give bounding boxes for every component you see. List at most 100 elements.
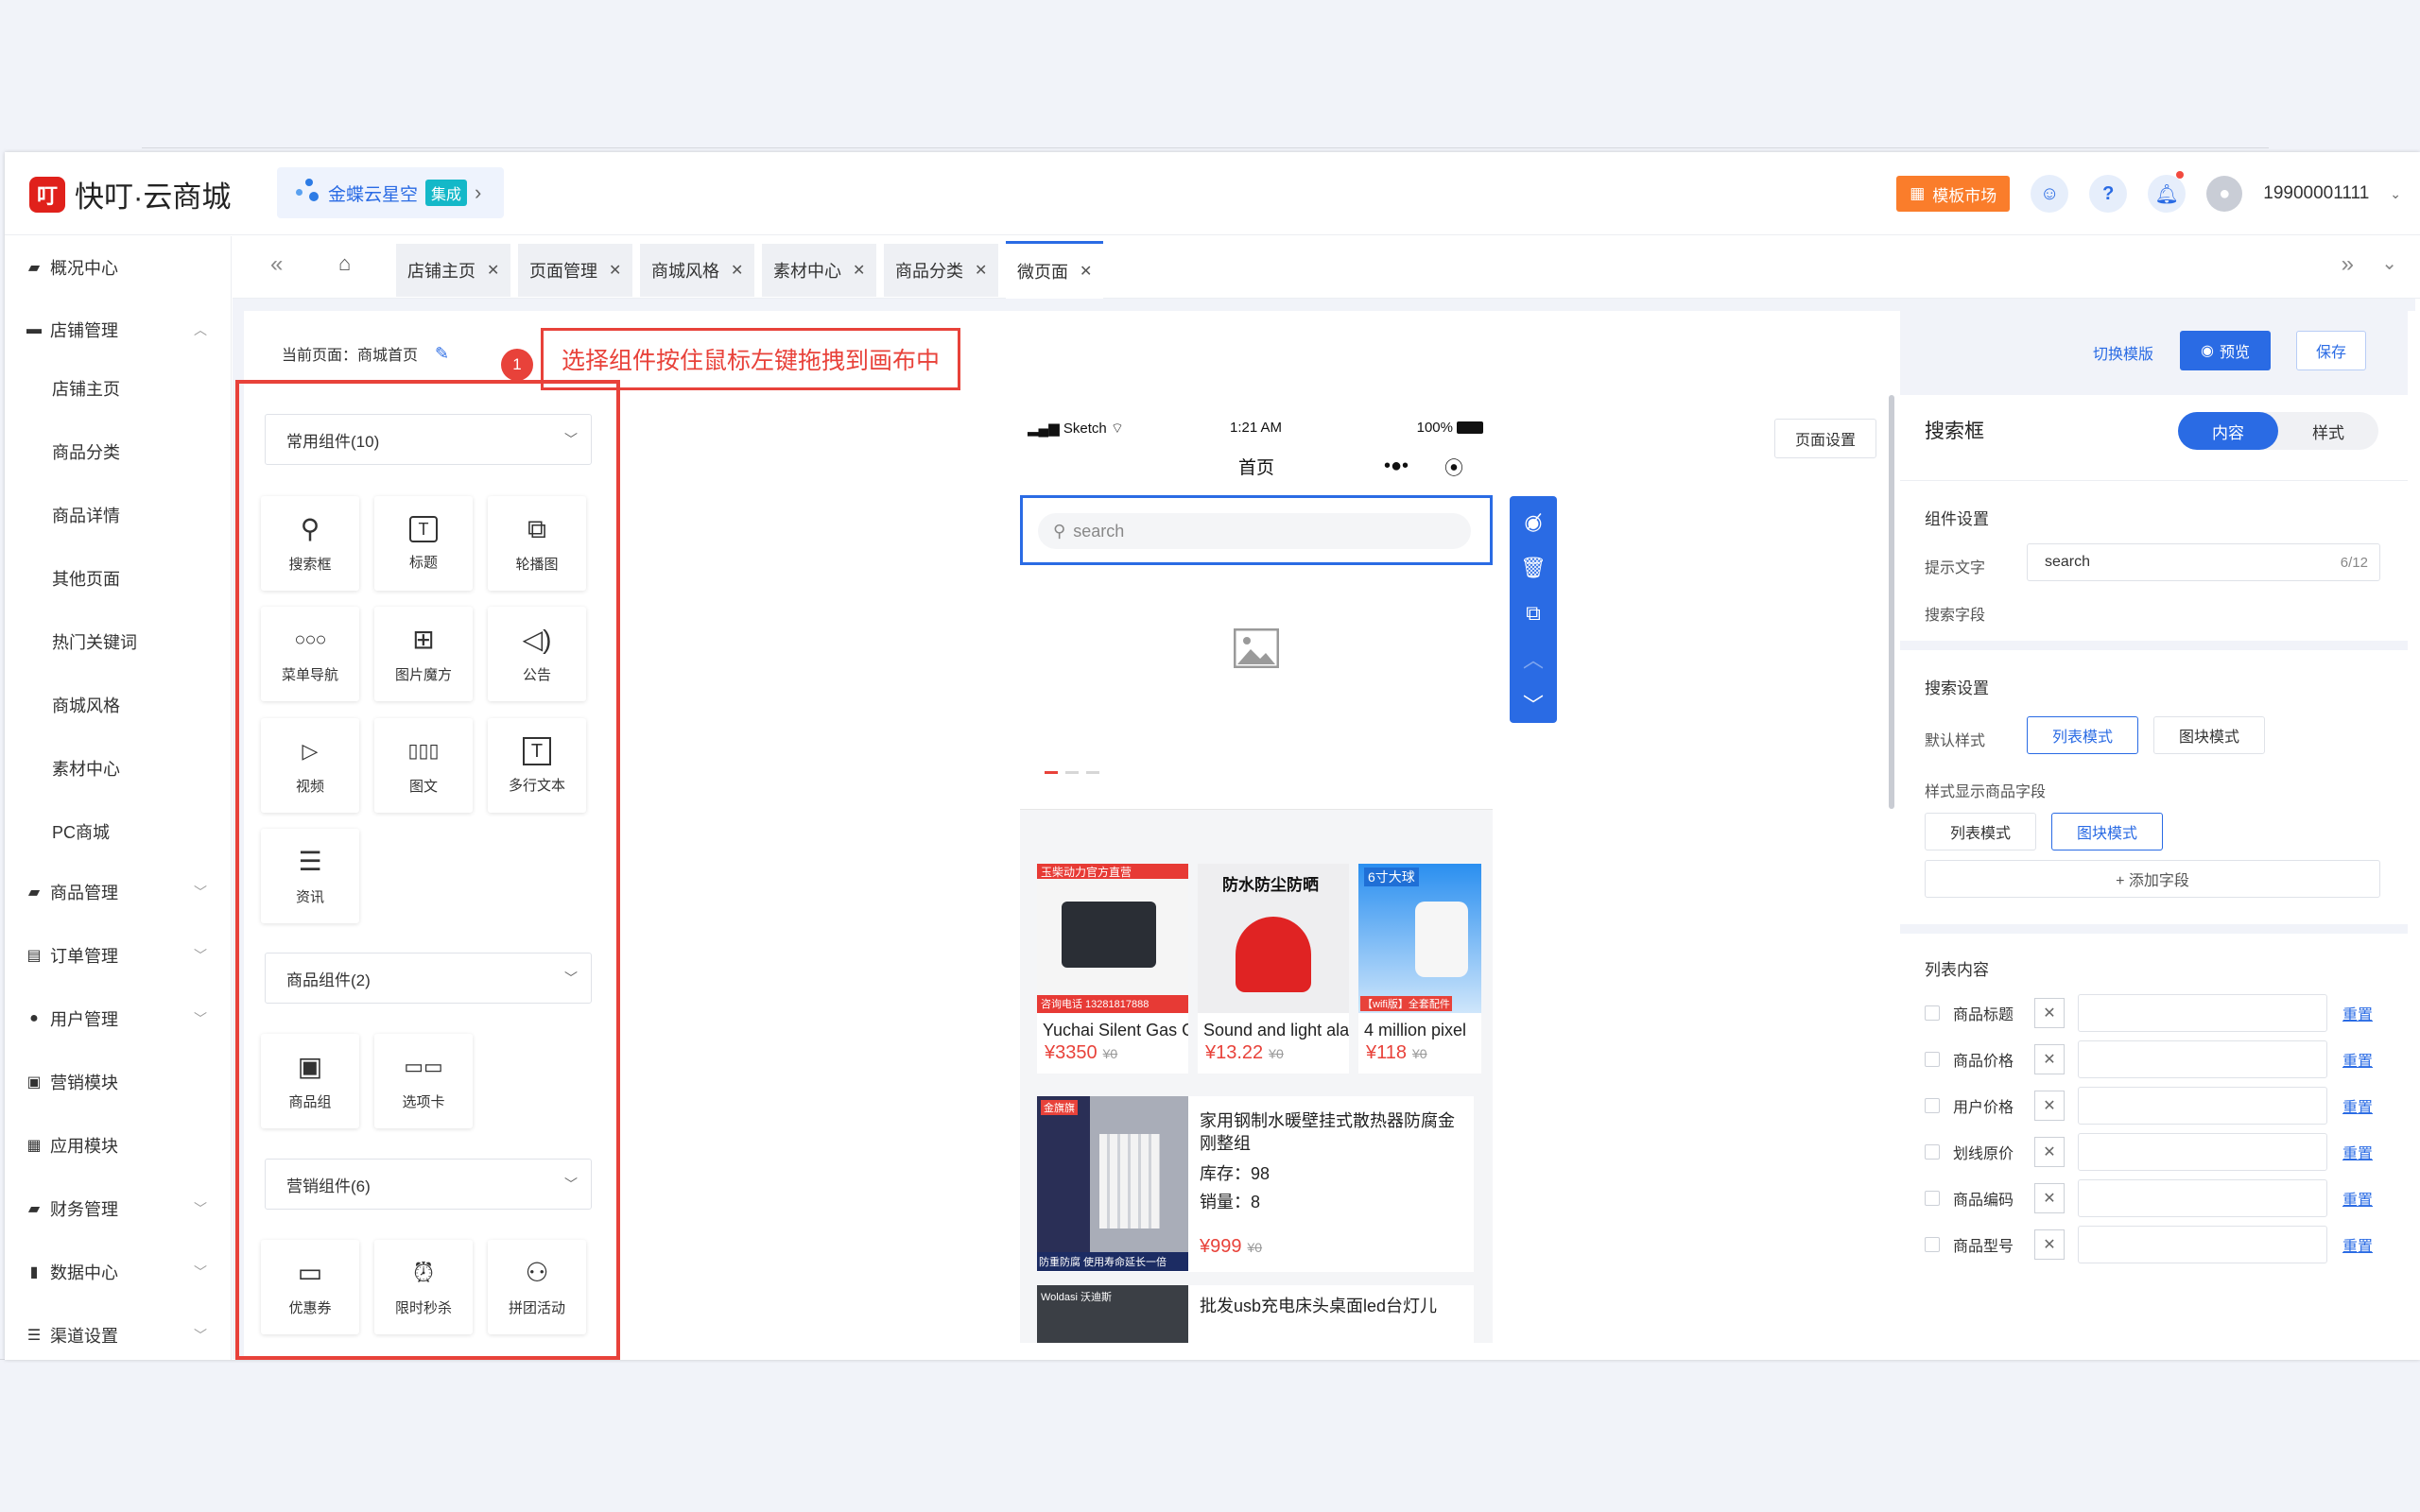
sidebar-subitem-category[interactable]: 商品分类	[52, 439, 120, 464]
tab-goods-category[interactable]: 商品分类 ✕	[884, 244, 999, 297]
move-up-icon[interactable]: ︿	[1523, 642, 1544, 676]
clear-icon[interactable]: ✕	[2034, 1044, 2065, 1074]
close-icon[interactable]: ✕	[975, 261, 987, 280]
delete-icon[interactable]: 🗑︎	[1520, 551, 1547, 585]
sidebar-item-marketing[interactable]: ▣ 营销模块	[5, 1051, 232, 1113]
sidebar-subitem-pc[interactable]: PC商城	[52, 819, 110, 844]
field-checkbox[interactable]	[1925, 1144, 1940, 1160]
alarm-graphic	[1236, 917, 1311, 992]
reset-link[interactable]: 重置	[2342, 1002, 2373, 1024]
sidebar-subitem-style[interactable]: 商城风格	[52, 693, 120, 717]
tab-mall-style[interactable]: 商城风格 ✕	[640, 244, 755, 297]
edit-icon[interactable]: ✎	[435, 344, 449, 364]
product-image: 6寸大球 【wifi版】全套配件	[1358, 864, 1481, 1013]
hint-text-input[interactable]: search 6/12	[2027, 543, 2380, 581]
clear-icon[interactable]: ✕	[2034, 1183, 2065, 1213]
chevron-down-icon[interactable]: ⌄	[2390, 186, 2401, 202]
field-input[interactable]	[2078, 1133, 2327, 1171]
hide-icon[interactable]: ◉̸	[1524, 506, 1542, 540]
reset-link[interactable]: 重置	[2342, 1048, 2373, 1071]
kingdee-integration-badge[interactable]: 金蝶云星空 集成 ›	[277, 167, 504, 218]
reset-link[interactable]: 重置	[2342, 1233, 2373, 1256]
field-input[interactable]	[2078, 1040, 2327, 1078]
preview-button[interactable]: ◉ 预览	[2180, 331, 2271, 370]
field-input[interactable]	[2078, 1179, 2327, 1217]
product-name: Yuchai Silent Gas Generator	[1043, 1021, 1188, 1040]
logo-text: 快叮·云商城	[75, 180, 232, 214]
reset-link[interactable]: 重置	[2342, 1187, 2373, 1210]
product-card[interactable]: 玉柴动力官方直营 咨询电话 13281817888 Yuchai Silent …	[1037, 864, 1188, 1091]
close-icon[interactable]: ✕	[609, 261, 621, 280]
field-checkbox[interactable]	[1925, 1237, 1940, 1252]
tab-store-home[interactable]: 店铺主页 ✕	[396, 244, 511, 297]
sidebar-subitem-detail[interactable]: 商品详情	[52, 503, 120, 527]
field-input[interactable]	[2078, 1087, 2327, 1125]
product-card[interactable]: 防水防尘防晒 Sound and light alarm ¥13.22¥0	[1198, 864, 1349, 1091]
list-mode-field-option[interactable]: 列表模式	[1925, 813, 2036, 850]
field-checkbox[interactable]	[1925, 1191, 1940, 1206]
double-chevron-left-icon[interactable]: «	[270, 251, 283, 278]
close-icon[interactable]: ✕	[731, 261, 743, 280]
sidebar-item-data[interactable]: ▮ 数据中心 ﹀	[5, 1241, 232, 1303]
sidebar-item-channel[interactable]: ☰ 渠道设置 ﹀	[5, 1304, 232, 1360]
clear-icon[interactable]: ✕	[2034, 1091, 2065, 1121]
block-mode-field-option[interactable]: 图块模式	[2051, 813, 2163, 850]
sidebar-subitem-keywords[interactable]: 热门关键词	[52, 629, 137, 654]
reset-link[interactable]: 重置	[2342, 1094, 2373, 1117]
sidebar-item-store[interactable]: ▬ 店铺管理 ︿	[5, 299, 232, 361]
page-settings-button[interactable]: 页面设置	[1774, 419, 1876, 458]
canvas-scrollbar[interactable]	[1889, 395, 1894, 809]
block-mode-option[interactable]: 图块模式	[2153, 716, 2265, 754]
reset-link[interactable]: 重置	[2342, 1141, 2373, 1163]
selected-search-component[interactable]: ⚲ search	[1020, 495, 1493, 565]
sidebar-item-users[interactable]: ● 用户管理 ﹀	[5, 988, 232, 1050]
list-item[interactable]: Woldasi 沃迪斯 批发usb充电床头桌面led台灯儿	[1037, 1285, 1474, 1343]
home-icon[interactable]: ⌂	[338, 251, 351, 276]
product-card[interactable]: 6寸大球 【wifi版】全套配件 4 million pixel ¥118 ¥0	[1358, 864, 1481, 1091]
tab-content[interactable]: 内容	[2178, 412, 2278, 450]
field-checkbox[interactable]	[1925, 1005, 1940, 1021]
move-down-icon[interactable]: ﹀	[1523, 687, 1544, 721]
username[interactable]: 19900001111	[2263, 183, 2369, 204]
component-settings-section: 组件设置 提示文字 search 6/12 搜索字段	[1900, 480, 2408, 641]
field-checkbox[interactable]	[1925, 1052, 1940, 1067]
add-field-button[interactable]: + 添加字段	[1925, 860, 2380, 898]
list-item[interactable]: 金旗旗 防重防腐 使用寿命延长一倍 家用钢制水暖壁挂式散热器防腐金刚整组 库存：…	[1037, 1096, 1474, 1272]
style-fields-label: 样式显示商品字段	[1925, 784, 2047, 800]
tab-material-center[interactable]: 素材中心 ✕	[762, 244, 877, 297]
component-library-highlight	[235, 380, 620, 1360]
customer-service-icon[interactable]: ☺	[2031, 175, 2069, 213]
sidebar-item-finance[interactable]: ▰ 财务管理 ﹀	[5, 1177, 232, 1240]
copy-icon[interactable]: ⧉	[1526, 596, 1541, 630]
field-checkbox[interactable]	[1925, 1098, 1940, 1113]
tab-page-management[interactable]: 页面管理 ✕	[518, 244, 633, 297]
clear-icon[interactable]: ✕	[2034, 998, 2065, 1028]
close-icon[interactable]: ✕	[1080, 262, 1092, 281]
template-market-button[interactable]: ▦ 模板市场	[1896, 176, 2011, 212]
field-input[interactable]	[2078, 1226, 2327, 1263]
tab-micro-page[interactable]: 微页面 ✕	[1006, 241, 1104, 299]
chevron-down-icon[interactable]: ⌄	[2381, 251, 2397, 275]
sidebar-item-apps[interactable]: ▦ 应用模块	[5, 1114, 232, 1177]
close-icon[interactable]: ✕	[853, 261, 865, 280]
clear-icon[interactable]: ✕	[2034, 1137, 2065, 1167]
close-icon[interactable]: ✕	[487, 261, 499, 280]
sidebar-item-orders[interactable]: ▤ 订单管理 ﹀	[5, 924, 232, 987]
double-chevron-right-icon[interactable]: »	[2342, 251, 2354, 278]
logo[interactable]: 叮 快叮·云商城	[29, 173, 231, 215]
sidebar-subitem-material[interactable]: 素材中心	[52, 756, 120, 781]
field-input[interactable]	[2078, 994, 2327, 1032]
save-button[interactable]: 保存	[2296, 331, 2366, 370]
chevron-down-icon: ﹀	[194, 1011, 207, 1026]
help-icon[interactable]: ?	[2089, 175, 2128, 213]
sidebar-subitem-store-home[interactable]: 店铺主页	[52, 376, 120, 401]
switch-template-link[interactable]: 切换模版	[2093, 341, 2153, 364]
clear-icon[interactable]: ✕	[2034, 1229, 2065, 1260]
sidebar-subitem-other[interactable]: 其他页面	[52, 566, 120, 591]
avatar[interactable]: ●	[2206, 176, 2243, 212]
sidebar-item-goods[interactable]: ▰ 商品管理 ﹀	[5, 861, 232, 923]
list-mode-option[interactable]: 列表模式	[2027, 716, 2138, 754]
tab-style[interactable]: 样式	[2278, 412, 2378, 450]
bell-icon[interactable]: 🔔︎	[2148, 171, 2187, 213]
sidebar-item-overview[interactable]: ▰ 概况中心	[5, 236, 232, 299]
